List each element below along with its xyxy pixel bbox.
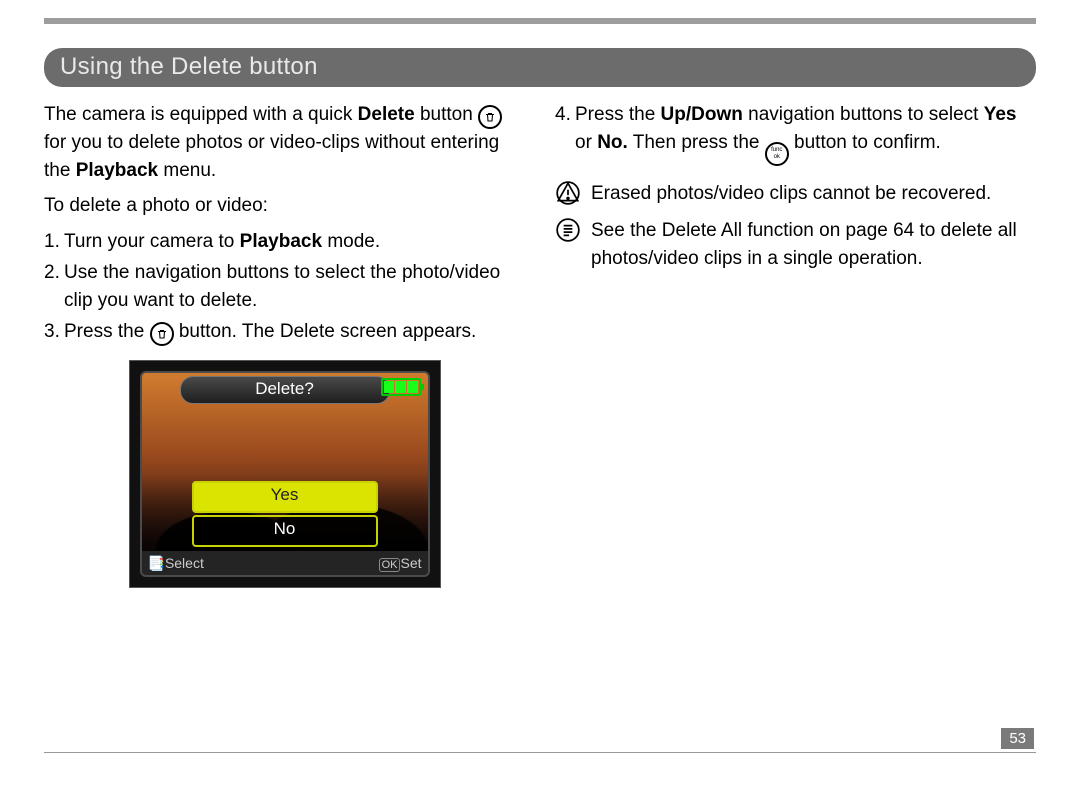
intro-a: The camera is equipped with a quick — [44, 104, 358, 125]
step-1: 1. Turn your camera to Playback mode. — [44, 228, 525, 256]
warning-icon — [555, 180, 581, 208]
bottom-divider — [44, 752, 1036, 753]
intro-playback-word: Playback — [76, 160, 158, 181]
right-column: 4. Press the Up/Down navigation buttons … — [555, 101, 1036, 588]
intro-delete-word: Delete — [358, 104, 415, 125]
intro-c: button — [415, 104, 478, 125]
func-ok-icon: funcok — [765, 142, 789, 166]
step-3: 3. Press the button. The Delete screen a… — [44, 318, 525, 346]
info-text: See the Delete All function on page 64 t… — [591, 217, 1036, 272]
lcd-bottom-left: 📑Select — [148, 553, 204, 573]
step-4: 4. Press the Up/Down navigation buttons … — [555, 101, 1036, 166]
camera-lcd-screenshot: Delete? Yes No 📑Select OKSet — [129, 360, 441, 588]
info-note: See the Delete All function on page 64 t… — [555, 217, 1036, 272]
step-2: 2. Use the navigation buttons to select … — [44, 259, 525, 314]
lcd-bottom-right: OKSet — [379, 553, 422, 574]
trash-icon — [478, 105, 502, 129]
intro-f: menu. — [158, 160, 216, 181]
trash-icon — [150, 322, 174, 346]
lcd-option-no: No — [192, 515, 378, 547]
subhead: To delete a photo or video: — [44, 192, 525, 220]
note-icon — [555, 217, 581, 272]
warning-note: Erased photos/video clips cannot be reco… — [555, 180, 1036, 208]
left-column: The camera is equipped with a quick Dele… — [44, 101, 525, 588]
page-number: 53 — [1001, 728, 1034, 749]
lcd-option-yes: Yes — [192, 481, 378, 513]
warning-text: Erased photos/video clips cannot be reco… — [591, 180, 1036, 208]
intro-paragraph: The camera is equipped with a quick Dele… — [44, 101, 525, 184]
battery-icon — [381, 378, 421, 396]
lcd-dialog-title: Delete? — [180, 376, 390, 404]
section-title: Using the Delete button — [44, 48, 1036, 87]
top-divider — [44, 18, 1036, 24]
